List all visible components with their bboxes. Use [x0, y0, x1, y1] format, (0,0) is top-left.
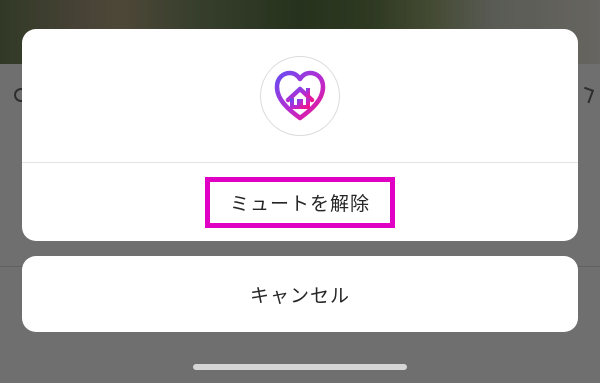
cancel-button[interactable]: キャンセル	[244, 280, 356, 309]
profile-avatar	[260, 55, 340, 136]
unmute-row: ミュートを解除	[22, 163, 578, 241]
action-sheet-header	[22, 29, 578, 162]
unmute-button[interactable]: ミュートを解除	[204, 176, 395, 228]
screen: ミュートを解除 キャンセル	[0, 0, 600, 383]
action-sheet: ミュートを解除	[22, 29, 578, 241]
cancel-sheet: キャンセル	[22, 256, 578, 332]
heart-house-icon	[274, 70, 326, 120]
home-indicator	[193, 364, 407, 370]
